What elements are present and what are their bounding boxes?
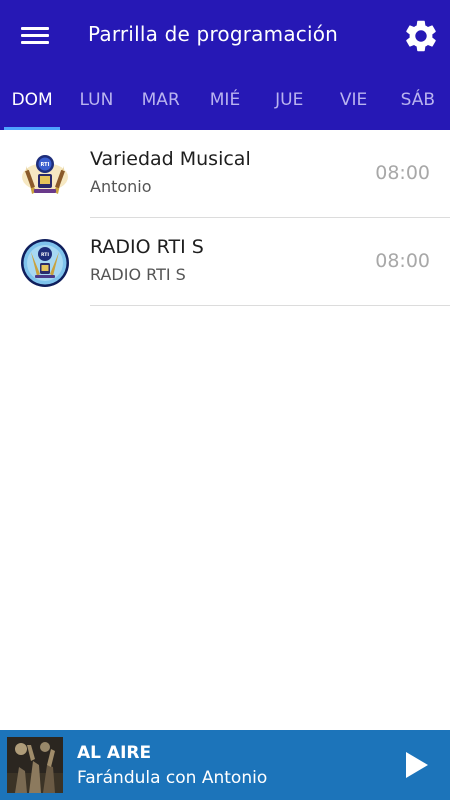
radio-rti-logo-icon: RTI: [21, 151, 69, 199]
svg-text:RTI: RTI: [41, 162, 50, 168]
divider: [90, 305, 450, 306]
svg-text:RTI: RTI: [41, 252, 49, 258]
day-tabs: DOM LUN MAR MIÉ JUE VIE SÁB: [0, 78, 450, 130]
program-time: 08:00: [375, 250, 430, 272]
gear-icon: [406, 20, 436, 52]
page-title: Parrilla de programación: [88, 22, 339, 46]
tab-mar[interactable]: MAR: [129, 78, 193, 130]
tab-vie[interactable]: VIE: [321, 78, 385, 130]
tab-lun[interactable]: LUN: [64, 78, 128, 130]
program-host: RADIO RTI S: [90, 265, 186, 284]
schedule-list: RTI Variedad Musical Antonio 08:00 RTI R…: [0, 130, 450, 306]
program-time: 08:00: [375, 162, 430, 184]
hamburger-menu-icon: [21, 27, 49, 30]
now-playing-thumbnail: [7, 737, 63, 793]
program-title: RADIO RTI S: [90, 236, 204, 258]
tab-dom[interactable]: DOM: [0, 78, 64, 130]
tab-mie[interactable]: MIÉ: [193, 78, 257, 130]
toolbar: Parrilla de programación: [0, 0, 450, 72]
tab-sab[interactable]: SÁB: [386, 78, 450, 130]
program-title: Variedad Musical: [90, 148, 251, 170]
list-item[interactable]: RTI RADIO RTI S RADIO RTI S 08:00: [0, 218, 450, 306]
now-playing-title: Farándula con Antonio: [77, 768, 268, 788]
live-label: AL AIRE: [77, 743, 152, 763]
play-icon: [406, 752, 428, 778]
settings-button[interactable]: [402, 17, 440, 55]
list-item[interactable]: RTI Variedad Musical Antonio 08:00: [0, 130, 450, 218]
menu-button[interactable]: [14, 18, 56, 54]
program-host: Antonio: [90, 177, 152, 196]
now-playing-bar[interactable]: AL AIRE Farándula con Antonio: [0, 730, 450, 800]
tab-jue[interactable]: JUE: [257, 78, 321, 130]
app-bar: Parrilla de programación DOM LUN MAR MIÉ…: [0, 0, 450, 130]
play-button[interactable]: [398, 747, 434, 783]
radio-rti-logo-icon: RTI: [21, 239, 69, 287]
